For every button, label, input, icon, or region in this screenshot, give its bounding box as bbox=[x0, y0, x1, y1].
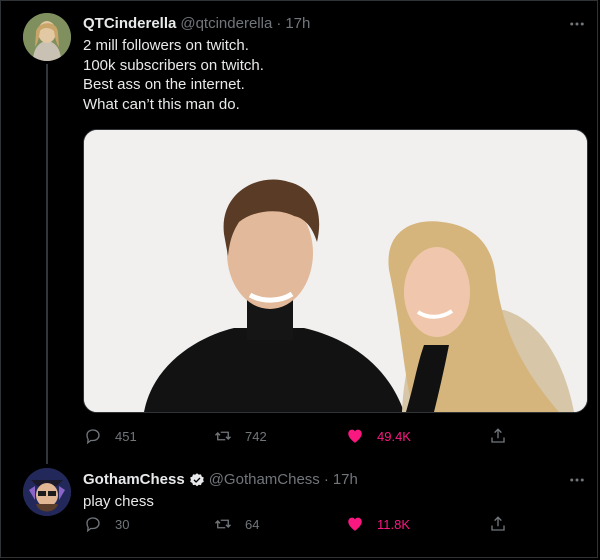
reply-icon bbox=[83, 514, 103, 534]
retweet-icon bbox=[213, 426, 233, 446]
reply-button[interactable]: 451 bbox=[83, 426, 137, 446]
reply-button[interactable]: 30 bbox=[83, 514, 129, 534]
retweet-button[interactable]: 64 bbox=[213, 514, 259, 534]
share-icon bbox=[488, 426, 508, 446]
reply-count: 451 bbox=[115, 428, 137, 444]
photo-illustration bbox=[84, 130, 587, 412]
tweet-text-line: 100k subscribers on twitch. bbox=[83, 56, 264, 74]
share-button[interactable] bbox=[488, 426, 508, 446]
thread-connector-line bbox=[46, 64, 48, 464]
retweet-count: 742 bbox=[245, 428, 267, 444]
tweet[interactable]: GothamChess @GothamChess · 17h play ches… bbox=[83, 470, 588, 533]
avatar[interactable] bbox=[23, 13, 71, 61]
separator-dot: · bbox=[276, 15, 282, 32]
tweet-text-line: 2 mill followers on twitch. bbox=[83, 37, 249, 54]
tweet-text-line: Best ass on the internet. bbox=[83, 76, 245, 93]
heart-icon bbox=[345, 514, 365, 534]
tweet-text-line: play chess bbox=[83, 493, 154, 510]
tweet-timestamp[interactable]: 17h bbox=[285, 14, 310, 34]
author-name[interactable]: QTCinderella bbox=[83, 14, 176, 34]
reply-count: 30 bbox=[115, 516, 130, 532]
more-horizontal-icon[interactable] bbox=[568, 14, 586, 34]
retweet-count: 64 bbox=[245, 516, 260, 532]
avatar[interactable] bbox=[23, 468, 71, 516]
retweet-icon bbox=[213, 514, 233, 534]
tweet-actions: 451 742 49.4K bbox=[83, 426, 523, 446]
author-handle[interactable]: @GothamChess bbox=[209, 470, 320, 490]
tweet-timestamp[interactable]: 17h bbox=[333, 470, 358, 490]
like-count: 11.8K bbox=[377, 516, 411, 532]
tweet-header: GothamChess @GothamChess · 17h bbox=[83, 470, 588, 490]
avatar-image bbox=[23, 13, 71, 61]
tweet-text-line: What can’t this man do. bbox=[83, 95, 240, 113]
author-handle[interactable]: @qtcinderella bbox=[180, 14, 272, 34]
reply-icon bbox=[83, 426, 103, 446]
avatar-image bbox=[23, 468, 71, 516]
tweet-actions: 30 64 11.8K bbox=[83, 514, 523, 534]
share-icon bbox=[488, 514, 508, 534]
like-count: 49.4K bbox=[377, 428, 411, 444]
author-name[interactable]: GothamChess bbox=[83, 470, 185, 490]
tweet-media-photo[interactable] bbox=[83, 129, 588, 413]
tweet-text: 2 mill followers on twitch. 100k subscri… bbox=[83, 36, 588, 114]
more-horizontal-icon[interactable] bbox=[568, 470, 586, 490]
tweet-text: play chess bbox=[83, 492, 588, 512]
retweet-button[interactable]: 742 bbox=[213, 426, 267, 446]
tweet[interactable]: QTCinderella @qtcinderella · 17h 2 mill … bbox=[83, 14, 588, 445]
like-button[interactable]: 49.4K bbox=[345, 426, 411, 446]
separator-dot: · bbox=[323, 471, 329, 488]
like-button[interactable]: 11.8K bbox=[345, 514, 410, 534]
heart-icon bbox=[345, 426, 365, 446]
share-button[interactable] bbox=[488, 514, 508, 534]
verified-badge-icon bbox=[189, 472, 205, 488]
tweet-header: QTCinderella @qtcinderella · 17h bbox=[83, 14, 588, 34]
